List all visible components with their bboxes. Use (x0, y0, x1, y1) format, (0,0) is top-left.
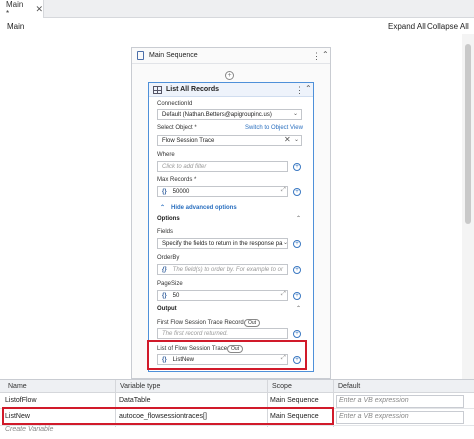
output-collapse-icon[interactable]: ⌃ (296, 305, 301, 312)
vertical-scrollbar[interactable] (462, 34, 474, 379)
expand-editor-icon[interactable]: ⤢ (281, 291, 286, 298)
select-object-dropdown[interactable]: Flow Session Trace (157, 135, 302, 146)
chevron-down-icon[interactable]: ⌄ (294, 136, 299, 143)
column-header-scope[interactable]: Scope (272, 383, 292, 390)
options-section-title: Options (157, 216, 180, 222)
select-object-value: Flow Session Trace (162, 137, 215, 144)
where-placeholder: Click to add filter (162, 163, 207, 170)
first-record-label: First Flow Session Trace Record (157, 320, 244, 326)
highlight-box (2, 407, 334, 425)
pagesize-value: 50 (172, 292, 180, 299)
default-placeholder: Enter a VB expression (339, 413, 409, 420)
pagesize-label: PageSize (157, 281, 183, 287)
where-label: Where (157, 152, 175, 158)
add-icon[interactable]: + (293, 240, 301, 248)
first-record-field[interactable]: The first record returned. (157, 328, 288, 339)
orderby-field[interactable]: {} The field(s) to order by. For example … (157, 264, 288, 275)
chevron-down-icon[interactable]: ⌄ (293, 110, 298, 117)
activity-title: List All Records (166, 86, 220, 93)
switch-object-view-link[interactable]: Switch to Object View (245, 125, 303, 131)
chevron-down-icon[interactable]: ⌄ (283, 239, 288, 246)
options-collapse-icon[interactable]: ⌃ (296, 215, 301, 222)
tab-label: Main * (6, 0, 24, 18)
expression-icon: {} (162, 292, 167, 299)
pagesize-field[interactable]: {} 50 (157, 290, 288, 301)
more-options-icon[interactable]: ⋮ (312, 51, 321, 62)
clear-icon[interactable]: ✕ (284, 135, 291, 144)
connection-value: Default (Nathan.Betters@apigroupinc.us) (162, 111, 272, 118)
create-variable-link[interactable]: Create Variable (5, 426, 53, 433)
expression-icon: {} (162, 266, 167, 273)
connection-label: ConnectionId (157, 101, 193, 107)
main-sequence-header[interactable]: Main Sequence ⋮ ⌃ (132, 48, 330, 64)
chevron-up-icon[interactable]: ⌃ (160, 204, 165, 211)
column-header-default[interactable]: Default (338, 383, 360, 390)
collapse-chevron-icon[interactable]: ⌃ (322, 50, 329, 59)
highlight-box (147, 340, 307, 370)
add-icon[interactable]: + (293, 292, 301, 300)
activity-header[interactable]: List All Records ⋮ ⌃ (149, 83, 313, 97)
out-badge: Out (244, 319, 261, 327)
connection-dropdown[interactable]: Default (Nathan.Betters@apigroupinc.us) (157, 109, 302, 120)
output-section-title: Output (157, 306, 177, 312)
add-activity-icon[interactable]: + (225, 71, 234, 80)
breadcrumb[interactable]: Main (7, 22, 24, 31)
where-filter-field[interactable]: Click to add filter (157, 161, 288, 172)
activity-more-icon[interactable]: ⋮ (295, 85, 304, 96)
variable-scope[interactable]: Main Sequence (270, 397, 319, 404)
select-object-label: Select Object * (157, 125, 197, 131)
add-icon[interactable]: + (293, 163, 301, 171)
add-icon[interactable]: + (293, 188, 301, 196)
orderby-label: OrderBy (157, 255, 180, 261)
max-records-value: 50000 (172, 188, 190, 195)
expression-icon: {} (162, 188, 167, 195)
tab-main[interactable]: Main * ✕ (0, 0, 44, 18)
variable-type[interactable]: DataTable (119, 397, 151, 404)
orderby-placeholder: The field(s) to order by. For example to… (172, 266, 283, 273)
fields-dropdown[interactable]: Specify the fields to return in the resp… (157, 238, 288, 249)
default-placeholder: Enter a VB expression (339, 397, 409, 404)
row-divider (0, 425, 474, 426)
hide-advanced-link[interactable]: Hide advanced options (171, 205, 237, 211)
scrollbar-thumb[interactable] (465, 44, 471, 224)
collapse-all-button[interactable]: Collapse All (427, 22, 469, 31)
expand-all-button[interactable]: Expand All (388, 22, 426, 31)
max-records-field[interactable]: {} 50000 (157, 186, 288, 197)
fields-label: Fields (157, 229, 174, 235)
max-records-label: Max Records * (157, 177, 197, 183)
variable-name[interactable]: ListofFlow (5, 397, 37, 404)
main-sequence-title: Main Sequence (149, 52, 198, 59)
column-header-type[interactable]: Variable type (120, 383, 160, 390)
table-icon (153, 85, 162, 94)
sequence-icon (137, 51, 144, 60)
add-icon[interactable]: + (293, 330, 301, 338)
add-icon[interactable]: + (293, 266, 301, 274)
column-header-name[interactable]: Name (8, 383, 27, 390)
activity-collapse-icon[interactable]: ⌃ (305, 84, 312, 93)
variables-header-row (0, 380, 474, 393)
tab-strip: Main * ✕ (0, 0, 474, 18)
fields-value: Specify the fields to return in the resp… (162, 240, 283, 247)
first-record-placeholder: The first record returned. (162, 330, 229, 337)
expand-editor-icon[interactable]: ⤢ (281, 187, 286, 194)
close-icon[interactable]: ✕ (35, 4, 43, 15)
